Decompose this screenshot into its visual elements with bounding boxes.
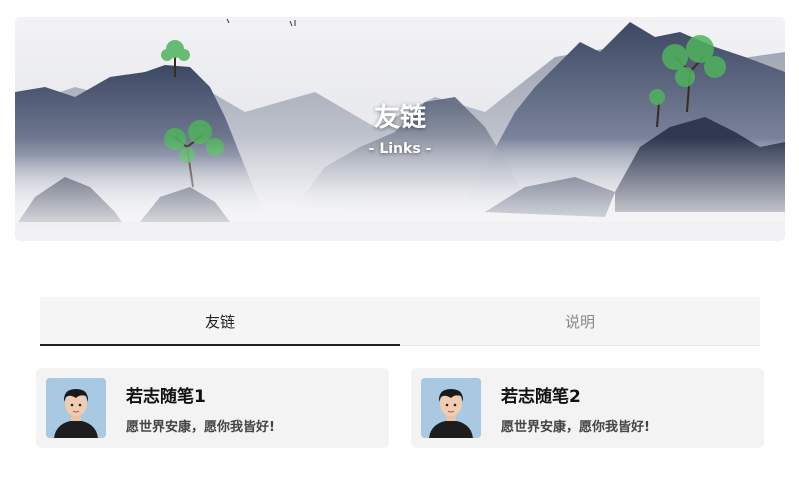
tab-instructions[interactable]: 说明 (400, 297, 760, 345)
page-title: 友链 (373, 103, 426, 133)
avatar-icon (421, 378, 481, 438)
tab-bar: 友链 说明 (40, 297, 760, 346)
tab-links[interactable]: 友链 (40, 297, 400, 346)
link-card[interactable]: 若志随笔2 愿世界安康，愿你我皆好! (411, 368, 764, 448)
page-banner: 友链 - Links - (15, 17, 785, 241)
link-description: 愿世界安康，愿你我皆好! (126, 420, 275, 435)
page-subtitle: - Links - (368, 141, 432, 157)
link-name: 若志随笔1 (126, 387, 206, 407)
link-card[interactable]: 若志随笔1 愿世界安康，愿你我皆好! (36, 368, 389, 448)
link-description: 愿世界安康，愿你我皆好! (501, 420, 650, 435)
link-name: 若志随笔2 (501, 387, 581, 407)
avatar-icon (46, 378, 106, 438)
